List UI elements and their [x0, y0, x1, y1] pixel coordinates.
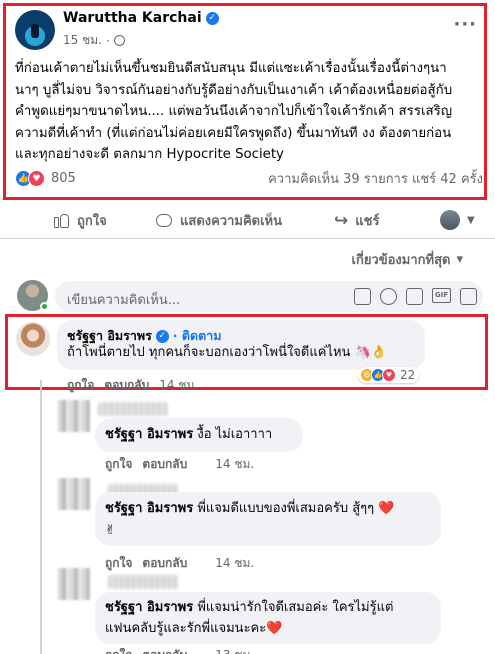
reply-author-name[interactable]: ชรัฐฐา อิมราพร: [105, 501, 193, 516]
comment-reply-link[interactable]: ตอบกลับ: [104, 376, 149, 395]
comment-author-row: ชรัฐฐา อิมราพร ✓ · ติดตาม: [67, 326, 222, 346]
comment-button-label: แสดงความคิดเห็น: [180, 214, 283, 229]
reply-time[interactable]: 14 ชม.: [215, 554, 254, 573]
blurred-name: [108, 575, 178, 589]
reply-time[interactable]: 13 ชม.: [215, 646, 254, 654]
dot-separator: ·: [105, 33, 110, 48]
author-avatar[interactable]: [15, 10, 55, 50]
post-text-line: ความดีที่เค้าทำ (ที่แต่ก่อนไม่ค่อยเคยมีใ…: [15, 125, 452, 141]
post-meta: 15 ชม. ·: [63, 31, 125, 50]
current-user-avatar[interactable]: [17, 280, 49, 311]
comment-time[interactable]: 14 ชม.: [159, 376, 198, 395]
reply-bubble: ชรัฐฐา อิมราพร งื้อ ไม่เอาาาา: [95, 418, 303, 452]
profile-selector[interactable]: ▼: [440, 210, 475, 230]
globe-icon: [113, 35, 125, 46]
reply-like-link[interactable]: ถูกใจ: [105, 646, 132, 654]
emoji-icon[interactable]: [380, 288, 397, 305]
comment-bubble: ชรัฐฐา อิมราพร ✓ · ติดตาม ถ้าโพนี่ตายไป …: [57, 320, 425, 370]
post-text-line: คำพูดแย่ๆมาขนาดไหน.... แต่พอวันนึงเค้าจา…: [15, 104, 453, 119]
blurred-avatar: [58, 478, 90, 510]
comment-like-link[interactable]: ถูกใจ: [67, 376, 94, 395]
sort-label: เกี่ยวข้องมากที่สุด: [351, 253, 451, 268]
comment-sort-selector[interactable]: เกี่ยวข้องมากที่สุด ▾: [352, 249, 464, 270]
reply-like-link[interactable]: ถูกใจ: [105, 455, 132, 474]
sticker-icon[interactable]: [460, 288, 477, 305]
reply-thread-line: [40, 380, 42, 654]
comment-actions: ถูกใจ ตอบกลับ 14 ชม.: [67, 376, 198, 395]
post-text-line: นาๆ บูลี่ไม่จบ วิจารณ์กันอย่างกับรู้ดีอย…: [15, 82, 453, 98]
love-reaction-icon: ♥: [382, 368, 396, 382]
comment-button[interactable]: แสดงความคิดเห็น: [155, 210, 282, 231]
reply-text: งื้อ ไม่เอาาาา: [197, 427, 273, 442]
reply-bubble: ชรัฐฐา อิมราพร พี่แจมดีแบบของพี่เสมอครับ…: [95, 492, 441, 546]
avatar-figure: [31, 24, 39, 38]
reply-text: พี่แจมดีแบบของพี่เสมอครับ สู้ๆๆ ❤️: [197, 501, 395, 516]
comment-reactions[interactable]: 😆 👍 ♥ 22: [358, 367, 420, 383]
sort-caret-icon: ▾: [456, 252, 463, 267]
reply-text-line-2: ✌: [105, 523, 116, 538]
composer-icons: GIF: [354, 288, 477, 305]
reply-content: ชรัฐฐา อิมราพร พี่แจมน่ารักใจดีเสมอค่ะ ใ…: [105, 599, 393, 617]
profile-mini-avatar: [440, 210, 460, 230]
comments-shares-stats[interactable]: ความคิดเห็น 39 รายการ แชร์ 42 ครั้ง: [268, 168, 483, 189]
reply-actions: ถูกใจ ตอบกลับ 13 ชม.: [105, 646, 254, 654]
comment-bubble-icon: [155, 212, 173, 230]
reply-bubble: ชรัฐฐา อิมราพร พี่แจมน่ารักใจดีเสมอค่ะ ใ…: [95, 592, 441, 644]
post-text-line: ที่ก่อนเค้าตายไม่เห็นขึ้นชมยินดีสนับสนุน…: [15, 61, 447, 76]
blurred-name: [98, 402, 168, 416]
like-button[interactable]: ถูกใจ: [52, 210, 107, 231]
blurred-avatar: [58, 400, 90, 432]
post-reactions-row: 👍 ♥ 805 ความคิดเห็น 39 รายการ แชร์ 42 คร…: [15, 168, 483, 188]
reply-actions: ถูกใจ ตอบกลับ 14 ชม.: [105, 455, 254, 474]
reply-reply-link[interactable]: ตอบกลับ: [142, 554, 187, 573]
more-options-icon[interactable]: ···: [453, 14, 477, 35]
reply-reply-link[interactable]: ตอบกลับ: [142, 646, 187, 654]
comment-reaction-count: 22: [400, 368, 416, 382]
post-text-line: และทุกอย่างจะดี ตลกมาก Hypocrite Society: [15, 147, 284, 162]
commenter-avatar[interactable]: [16, 322, 50, 356]
reply-text-line-2: แฟนคลับรู้และรักพี่แจมนะคะ❤️: [105, 621, 283, 636]
post-action-bar: ถูกใจ แสดงความคิดเห็น ↪ แชร์ ▼: [0, 203, 495, 239]
love-reaction-icon[interactable]: ♥: [28, 169, 45, 187]
post-text: ที่ก่อนเค้าตายไม่เห็นขึ้นชมยินดีสนับสนุน…: [15, 58, 483, 166]
share-button-label: แชร์: [355, 214, 380, 229]
comment-input[interactable]: เขียนความคิดเห็น... GIF: [55, 281, 483, 312]
gif-icon[interactable]: GIF: [432, 288, 451, 303]
reply-content: ชรัฐฐา อิมราพร งื้อ ไม่เอาาาา: [105, 426, 272, 444]
blurred-avatar: [58, 568, 90, 600]
camera-icon[interactable]: [406, 288, 423, 305]
comment-author-name[interactable]: ชรัฐฐา อิมราพร: [67, 326, 152, 346]
online-status-icon: [40, 302, 49, 311]
reply-time[interactable]: 14 ชม.: [215, 455, 254, 474]
share-arrow-icon: ↪: [334, 210, 349, 231]
follow-link[interactable]: · ติดตาม: [173, 326, 222, 346]
reaction-count[interactable]: 805: [51, 171, 76, 186]
avatar-sticker-icon[interactable]: [354, 288, 371, 305]
reply-text: พี่แจมน่ารักใจดีเสมอค่ะ ใครไม่รู้แต่: [197, 600, 394, 615]
comment-input-placeholder: เขียนความคิดเห็น...: [67, 293, 181, 308]
reply-author-name[interactable]: ชรัฐฐา อิมราพร: [105, 600, 193, 615]
thumbs-up-icon: [52, 212, 70, 230]
like-button-label: ถูกใจ: [77, 214, 107, 229]
reply-like-link[interactable]: ถูกใจ: [105, 554, 132, 573]
reply-reply-link[interactable]: ตอบกลับ: [142, 455, 187, 474]
reply-author-name[interactable]: ชรัฐฐา อิมราพร: [105, 427, 193, 442]
reply-content: ชรัฐฐา อิมราพร พี่แจมดีแบบของพี่เสมอครับ…: [105, 500, 394, 518]
reply-actions: ถูกใจ ตอบกลับ 14 ชม.: [105, 554, 254, 573]
post-time[interactable]: 15 ชม.: [63, 31, 102, 50]
post-author[interactable]: Waruttha Karchai ✓: [63, 10, 219, 26]
comment-text: ถ้าโพนี่ตายไป ทุกคนก็จะบอกเองว่าโพนี่ใจด…: [67, 345, 387, 360]
post-author-name[interactable]: Waruttha Karchai: [63, 10, 202, 26]
verified-badge-icon: ✓: [155, 329, 169, 343]
share-button[interactable]: ↪ แชร์: [334, 210, 379, 231]
verified-badge-icon: ✓: [205, 11, 219, 25]
chevron-down-icon: ▼: [467, 214, 475, 226]
